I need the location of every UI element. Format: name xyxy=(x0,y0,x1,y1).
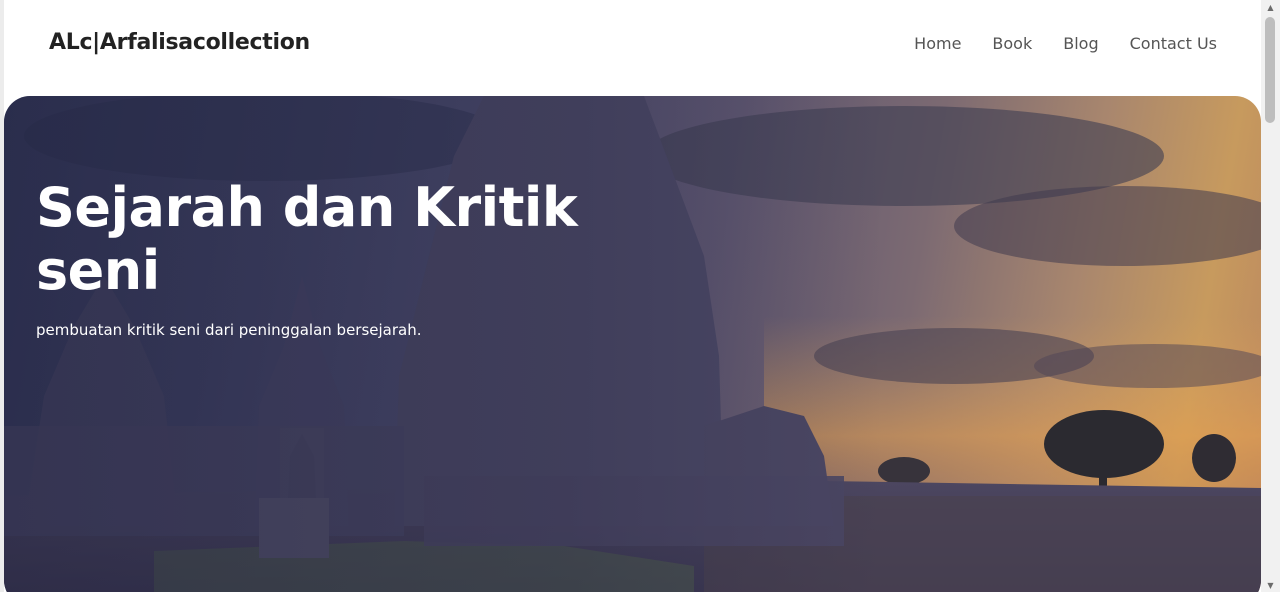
nav-blog[interactable]: Blog xyxy=(1063,34,1098,53)
nav-book[interactable]: Book xyxy=(992,34,1032,53)
hero-title: Sejarah dan Kritik seni xyxy=(36,176,578,302)
nav-home[interactable]: Home xyxy=(914,34,961,53)
hero-banner: Sejarah dan Kritik seni pembuatan kritik… xyxy=(4,96,1261,592)
navbar: ALc|Arfalisacollection Home Book Blog Co… xyxy=(4,0,1261,92)
nav-contact-us[interactable]: Contact Us xyxy=(1130,34,1217,53)
scrollbar-thumb[interactable] xyxy=(1265,17,1275,123)
vertical-scrollbar[interactable]: ▲ ▼ xyxy=(1261,0,1280,592)
hero-overlay xyxy=(4,96,1261,592)
site-brand[interactable]: ALc|Arfalisacollection xyxy=(49,30,310,55)
main-nav: Home Book Blog Contact Us xyxy=(914,34,1217,53)
scroll-down-arrow-icon[interactable]: ▼ xyxy=(1261,578,1280,592)
scroll-up-arrow-icon[interactable]: ▲ xyxy=(1261,0,1280,14)
page: ALc|Arfalisacollection Home Book Blog Co… xyxy=(0,0,1280,592)
hero-subtitle: pembuatan kritik seni dari peninggalan b… xyxy=(36,321,422,339)
